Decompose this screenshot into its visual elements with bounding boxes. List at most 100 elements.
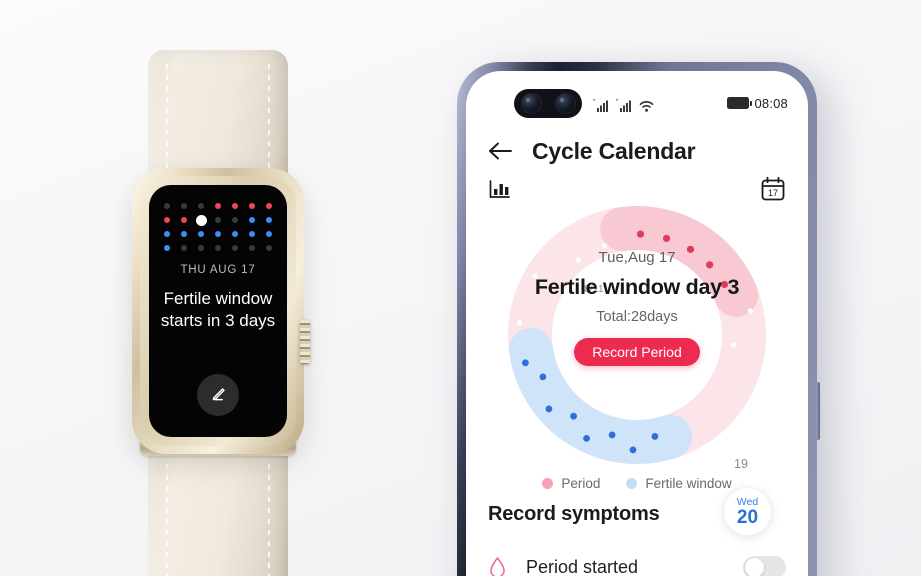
watch-grid-dot-blue (164, 231, 171, 237)
symptom-label: Period started (526, 556, 639, 576)
watch-grid-dot-red (164, 217, 171, 223)
strap-stitch-right (268, 464, 270, 576)
legend-label: Period (561, 476, 601, 491)
strap-stitch-left (166, 464, 168, 576)
day-marker-selected[interactable]: Wed 20 (723, 487, 772, 536)
back-arrow-icon[interactable] (488, 140, 514, 162)
watch-grid-dot-blue (198, 231, 205, 237)
watch-grid-dot-blue (181, 231, 188, 237)
ring-arc (600, 206, 759, 317)
app-bar: Cycle Calendar (466, 131, 808, 171)
watch-side-button[interactable] (300, 320, 310, 364)
watch-grid-dot-red (265, 203, 272, 209)
fertile-day-dot (608, 431, 616, 439)
watch-grid-dot-gray (181, 245, 188, 251)
legend-label: Fertile window (645, 476, 732, 491)
watch-grid-dot-red (248, 203, 255, 209)
front-camera-cutout (514, 89, 582, 118)
wifi-icon (639, 101, 654, 112)
fertile-day-dot (583, 434, 590, 442)
day-number-label: 20 (736, 506, 759, 528)
fertile-day-dot (629, 446, 637, 454)
battery-icon (727, 97, 753, 109)
watch-cycle-dot-grid (159, 199, 277, 255)
watch-strap-bottom (148, 440, 288, 576)
svg-text:": " (593, 99, 596, 106)
period-day-dot (686, 245, 695, 253)
symptom-toggle[interactable] (743, 555, 786, 576)
watch-message-text: Fertile window starts in 3 days (160, 289, 276, 330)
smartwatch-device: THU AUG 17 Fertile window starts in 3 da… (118, 40, 318, 576)
legend-item: Fertile window (626, 476, 732, 491)
status-bar-right-icons: 08:08 (727, 93, 788, 113)
watch-grid-dot-gray (231, 217, 238, 223)
ring-speckle (575, 257, 582, 263)
watch-grid-dot-gray (164, 203, 171, 209)
symptom-row-period-started[interactable]: Period started (466, 547, 808, 576)
period-day-dot (706, 261, 714, 269)
svg-text:": " (616, 99, 619, 106)
ring-speckle (517, 320, 523, 326)
watch-grid-dot-gray (214, 245, 221, 251)
period-day-dot (720, 280, 729, 289)
cellular-signal-icon: " (616, 99, 631, 112)
legend-item: Period (542, 476, 600, 491)
fertile-day-dot (545, 405, 553, 413)
status-bar: " " 08:08 (466, 89, 808, 118)
smartphone-device: " " 08:08 Cycle Calendar 17 8/11 19 Wed … (457, 62, 820, 576)
watch-grid-dot-gray (265, 245, 272, 251)
watch-date-label: THU AUG 17 (180, 264, 256, 276)
fertile-day-dot (539, 373, 547, 381)
cycle-ring-svg (508, 206, 766, 464)
period-arc-label: 8/11 (584, 283, 604, 295)
watch-grid-dot-blue (214, 231, 221, 237)
ring-speckle (747, 308, 754, 314)
record-period-button[interactable]: Record Period (574, 338, 700, 366)
watch-grid-dot-blue (265, 217, 272, 223)
camera-lens-icon (520, 93, 542, 114)
blood-drop-icon (490, 556, 505, 576)
watch-grid-dot-red (214, 203, 221, 209)
watch-grid-dot-gray (231, 245, 238, 251)
watch-grid-dot-gray (198, 245, 205, 251)
watch-grid-dot-blue (248, 217, 255, 223)
watch-grid-dot-blue (164, 245, 171, 251)
svg-text:17: 17 (768, 188, 778, 198)
page-title: Cycle Calendar (532, 137, 696, 164)
watch-screen: THU AUG 17 Fertile window starts in 3 da… (149, 185, 287, 437)
fertile-day-dot (570, 412, 577, 420)
fertile-day-dot (522, 359, 529, 367)
ring-speckle (532, 273, 538, 279)
watch-grid-dot-gray (198, 203, 205, 209)
watch-case: THU AUG 17 Fertile window starts in 3 da… (132, 168, 310, 454)
bar-chart-icon[interactable] (488, 177, 512, 201)
watch-grid-dot-white (195, 214, 207, 226)
cellular-signal-icon: " (593, 99, 608, 112)
phone-screen: " " 08:08 Cycle Calendar 17 8/11 19 Wed … (466, 71, 808, 576)
pencil-icon (212, 388, 225, 401)
phone-power-button[interactable] (816, 382, 820, 440)
toggle-knob (745, 557, 764, 576)
record-symptoms-title: Record symptoms (488, 503, 660, 525)
period-day-dot (636, 230, 645, 238)
status-bar-left-icons: " " (593, 93, 654, 113)
watch-edit-button[interactable] (197, 374, 239, 416)
legend-color-swatch (542, 478, 554, 489)
scene-background: THU AUG 17 Fertile window starts in 3 da… (0, 0, 921, 576)
watch-grid-dot-gray (248, 245, 255, 251)
watch-grid-dot-red (181, 217, 188, 223)
cycle-ring-chart: 8/11 19 Wed 20 (466, 199, 808, 536)
chart-legend: Period Fertile window (466, 476, 808, 491)
watch-grid-dot-gray (181, 203, 188, 209)
period-day-dot (662, 234, 671, 243)
watch-grid-dot-red (231, 203, 238, 209)
fertile-day-dot (651, 433, 659, 440)
day-weekday-label: Wed (736, 495, 759, 508)
watch-grid-dot-gray (214, 217, 221, 223)
status-bar-clock: 08:08 (754, 95, 788, 111)
watch-grid-dot-blue (265, 231, 272, 237)
legend-color-swatch (626, 478, 638, 489)
camera-lens-icon (554, 93, 576, 114)
watch-grid-dot-blue (231, 231, 238, 237)
watch-grid-dot-blue (248, 231, 255, 237)
